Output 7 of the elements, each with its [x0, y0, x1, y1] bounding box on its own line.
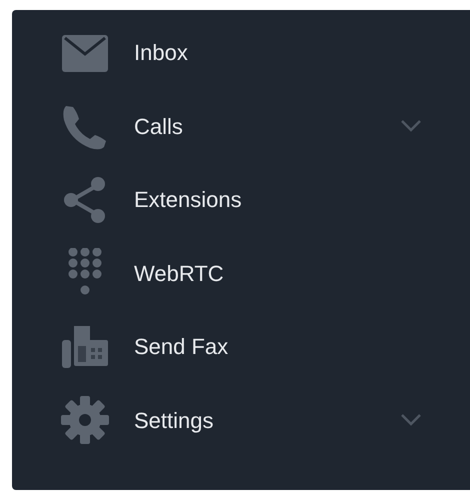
gear-icon	[60, 395, 110, 446]
sidebar-item[interactable]: Send Fax	[60, 310, 470, 384]
sidebar-item[interactable]: Extensions	[60, 163, 470, 236]
sidebar-item[interactable]: Settings	[60, 384, 470, 457]
sidebar-item[interactable]: Calls	[60, 90, 470, 163]
sidebar-item[interactable]: WebRTC	[60, 236, 470, 310]
sidebar-item[interactable]: Inbox	[60, 16, 470, 90]
